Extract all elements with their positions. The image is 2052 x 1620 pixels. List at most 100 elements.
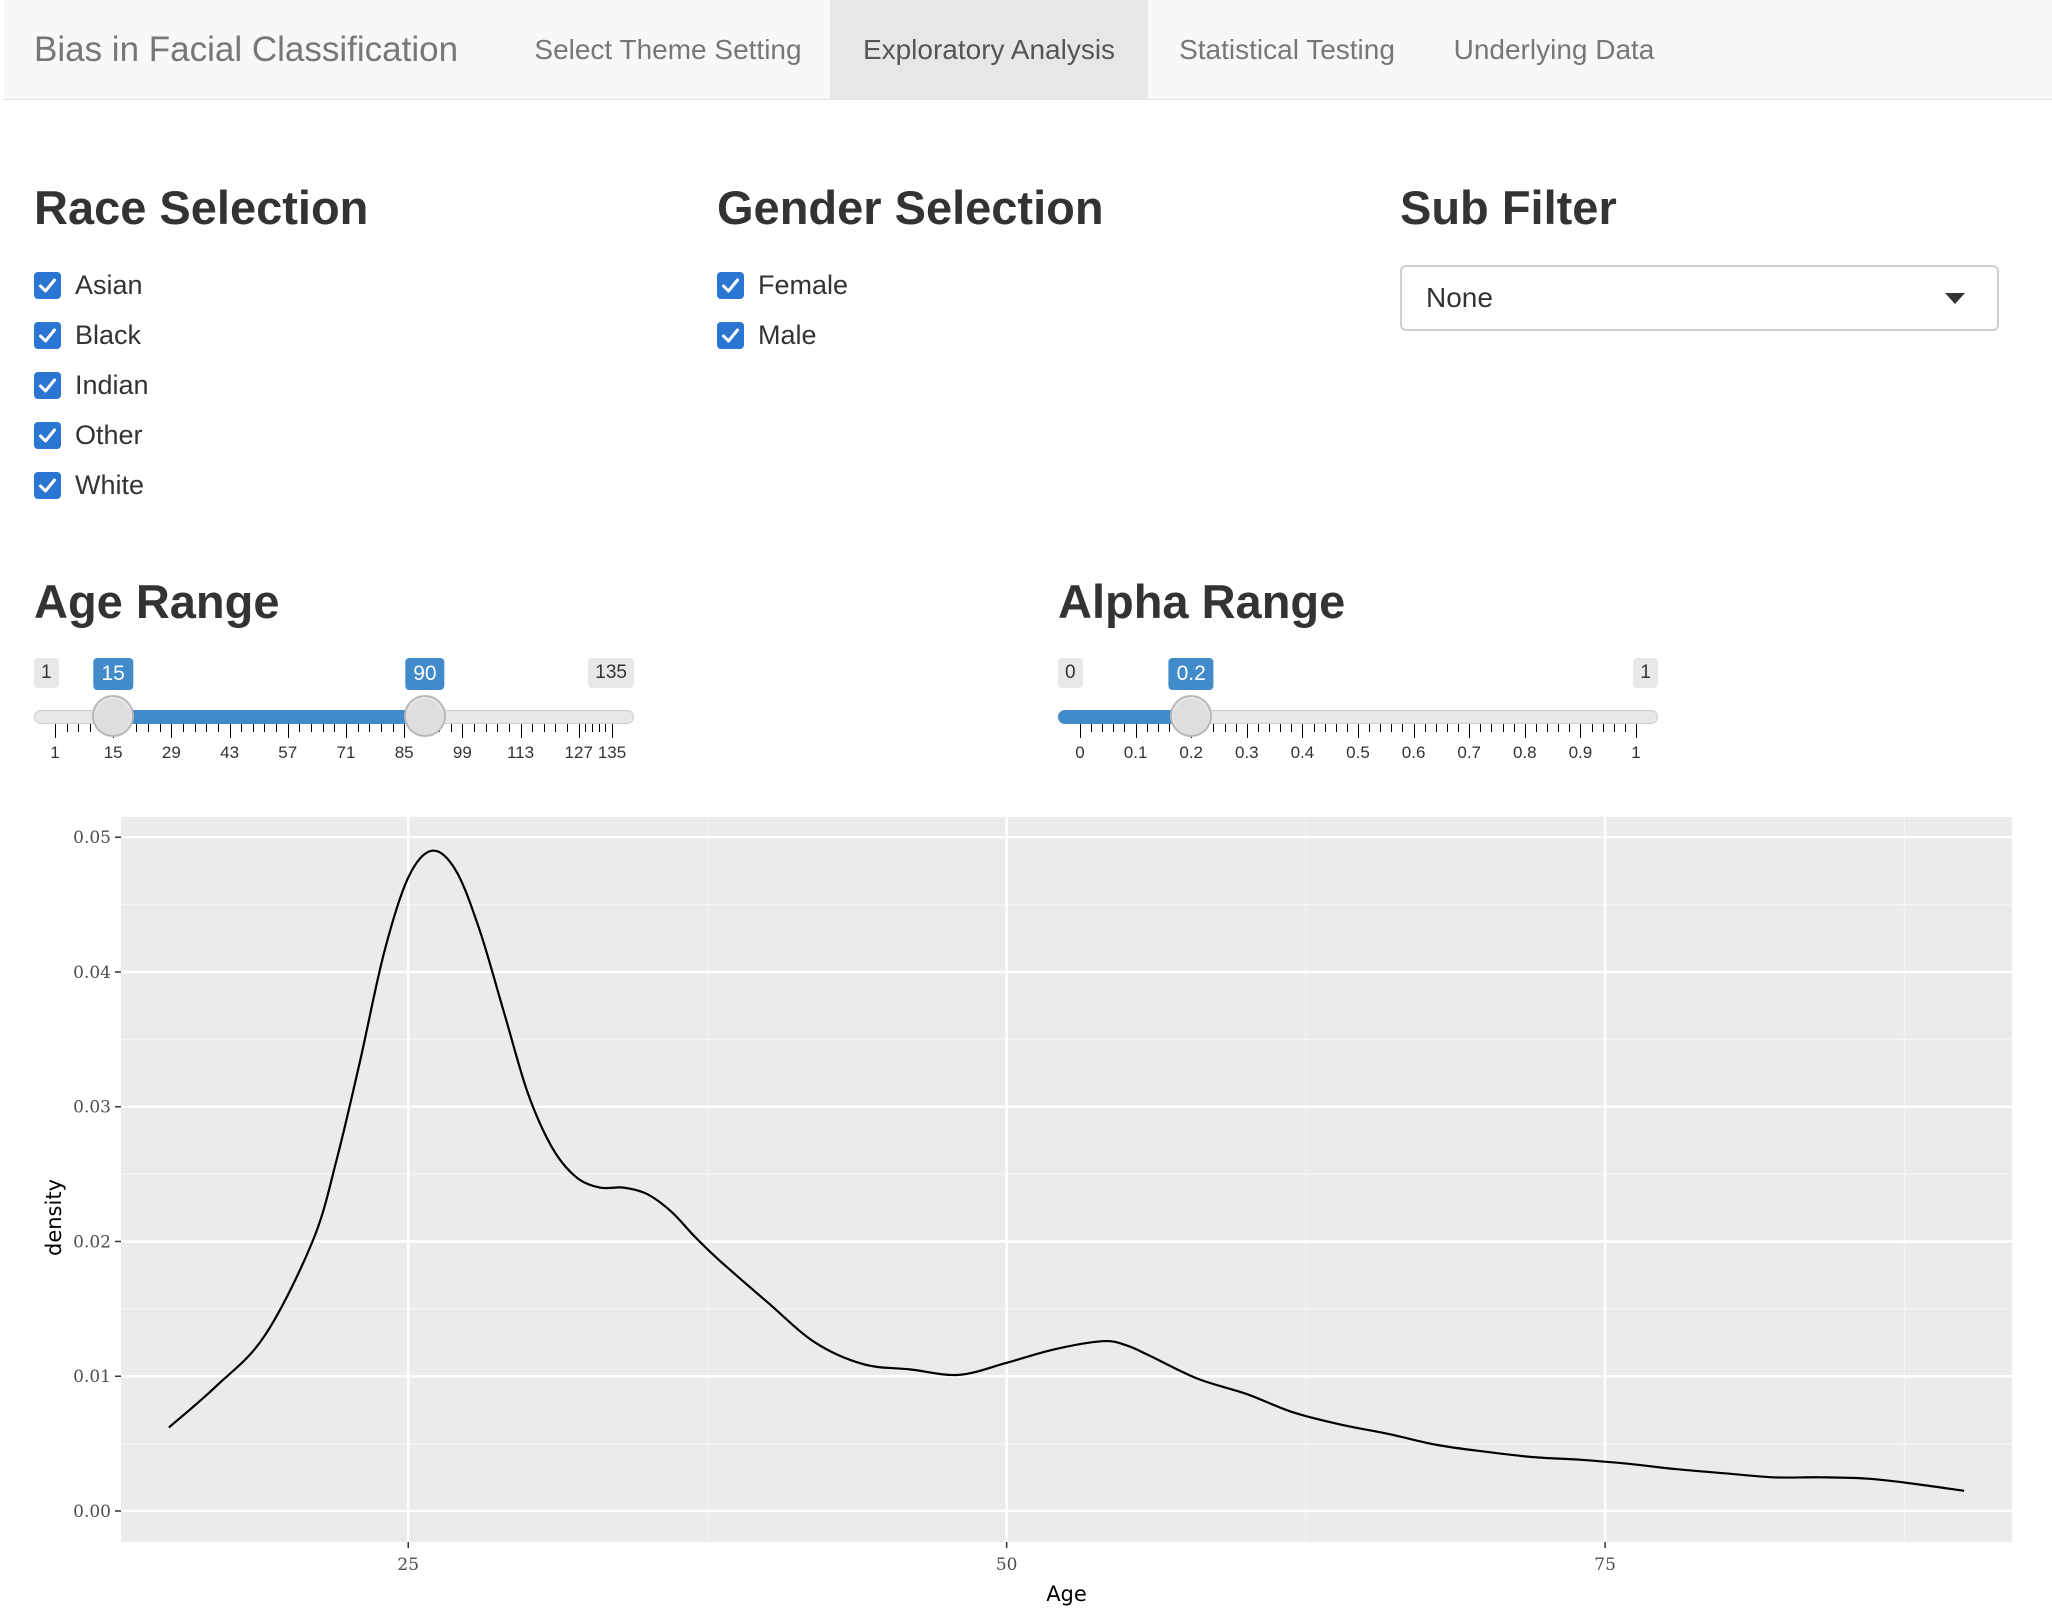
alpha-tick-minor [1424, 724, 1426, 732]
alpha-tick-minor [1591, 724, 1593, 732]
age-tick-major [55, 724, 56, 738]
checkbox-indian[interactable]: Indian [34, 368, 149, 402]
alpha-tick-minor [1613, 724, 1615, 732]
alpha-tick-major [1636, 724, 1637, 738]
age-tick-minor [217, 724, 219, 732]
alpha-tick-minor [1335, 724, 1337, 732]
alpha-min-label: 0 [1058, 658, 1083, 688]
alpha-tick-major [1080, 724, 1081, 738]
alpha-tick-minor [1257, 724, 1259, 732]
age-tick-label: 43 [220, 743, 240, 762]
alpha-tick-major [1246, 724, 1248, 738]
y-tick-label: 0.03 [73, 1098, 111, 1118]
alpha-tick-minor [1491, 724, 1493, 732]
alpha-tick-minor [1391, 724, 1393, 732]
alpha-tick-minor [1558, 724, 1560, 732]
y-tick-label: 0.00 [73, 1502, 111, 1522]
alpha-tick-minor [1346, 724, 1348, 732]
alpha-tick-major [1580, 724, 1582, 738]
alpha-tick-minor [1602, 724, 1604, 732]
navbar: Bias in Facial Classification Select The… [4, 0, 2052, 100]
checkbox-label: Asian [75, 269, 143, 300]
age-from-handle[interactable] [92, 695, 135, 737]
age-tick-minor [567, 724, 569, 732]
check-icon[interactable] [34, 421, 61, 449]
checkbox-female[interactable]: Female [717, 268, 848, 302]
y-tick-label: 0.04 [73, 963, 111, 983]
check-icon[interactable] [34, 271, 61, 299]
tab-exploratory-analysis[interactable]: Exploratory Analysis [830, 0, 1148, 100]
alpha-tick-minor [1513, 724, 1515, 732]
sub-filter-select[interactable]: None [1400, 265, 1999, 331]
checkbox-black[interactable]: Black [34, 318, 141, 352]
alpha-tick-label: 1 [1631, 743, 1641, 762]
alpha-tick-label: 0.9 [1568, 743, 1593, 762]
alpha-tick-minor [1224, 724, 1226, 732]
alpha-tick-major [1413, 724, 1415, 738]
tab-underlying-data[interactable]: Underlying Data [1426, 0, 1682, 100]
alpha-tick-minor [1480, 724, 1482, 732]
alpha-tick-label: 0.5 [1346, 743, 1370, 762]
age-tick-minor [532, 724, 534, 732]
age-from-label: 15 [93, 658, 133, 690]
chevron-down-icon[interactable] [1945, 293, 1965, 304]
alpha-tick-major [1135, 724, 1137, 738]
check-icon[interactable] [34, 371, 61, 399]
age-tick-minor [264, 724, 266, 732]
tab-select-theme-setting[interactable]: Select Theme Setting [510, 0, 826, 100]
plot-panel [121, 817, 2012, 1542]
x-tick-label: 25 [397, 1555, 419, 1575]
alpha-tick-minor [1146, 724, 1148, 732]
checkbox-label: Indian [75, 369, 149, 400]
age-tick-minor [194, 724, 196, 732]
alpha-tick-minor [1369, 724, 1371, 732]
age-tick-minor [276, 724, 278, 732]
tab-statistical-testing[interactable]: Statistical Testing [1148, 0, 1426, 100]
age-tick-minor [392, 724, 394, 732]
age-tick-minor [148, 724, 150, 732]
alpha-tick-minor [1458, 724, 1460, 732]
alpha-tick-label: 0.2 [1179, 743, 1204, 762]
age-tick-major [345, 724, 347, 738]
check-icon[interactable] [34, 471, 61, 499]
alpha-tick-minor [1291, 724, 1293, 732]
age-to-handle[interactable] [403, 695, 446, 737]
age-tick-major [404, 724, 406, 738]
alpha-tick-minor [1213, 724, 1215, 732]
alpha-handle[interactable] [1170, 695, 1213, 737]
y-tick-label: 0.01 [73, 1367, 111, 1387]
age-tick-label: 127 [564, 743, 593, 762]
check-icon[interactable] [34, 321, 61, 349]
alpha-tick-minor [1313, 724, 1315, 732]
alpha-tick-minor [1380, 724, 1382, 732]
check-icon[interactable] [717, 271, 744, 299]
alpha-tick-minor [1168, 724, 1170, 732]
age-tick-minor [543, 724, 545, 732]
checkbox-white[interactable]: White [34, 468, 144, 502]
age-tick-minor [555, 724, 557, 732]
age-tick-label: 71 [336, 743, 356, 762]
sub-filter-value: None [1426, 282, 1493, 313]
age-tick-major [171, 724, 173, 738]
alpha-range-slider[interactable]: 0 1 0.2 0 0.1 0.2 0.3 0.4 0.5 0.6 0.7 0.8 0.9 1 [1058, 658, 1658, 772]
x-axis-label: Age [1046, 1582, 1087, 1606]
alpha-tick-minor [1502, 724, 1504, 732]
checkbox-male[interactable]: Male [717, 318, 817, 352]
alpha-tick-label: 0.7 [1457, 743, 1482, 762]
checkbox-other[interactable]: Other [34, 418, 143, 452]
age-tick-minor [357, 724, 359, 732]
sub-filter-title: Sub Filter [1400, 181, 1617, 234]
app-brand[interactable]: Bias in Facial Classification [34, 0, 458, 100]
alpha-tick-minor [1402, 724, 1404, 732]
density-plot: 0.00 0.01 0.02 0.03 0.04 0.05 25 50 75 Age dens… [42, 817, 2012, 1606]
alpha-tick-major [1469, 724, 1471, 738]
x-tick-label: 75 [1594, 1555, 1616, 1575]
checkbox-asian[interactable]: Asian [34, 268, 143, 302]
checkbox-label: Other [75, 419, 143, 450]
alpha-tick-minor [1091, 724, 1093, 732]
alpha-tick-minor [1269, 724, 1271, 732]
check-icon[interactable] [717, 321, 744, 349]
age-range-slider[interactable]: 1 135 15 90 1 15 29 43 57 71 85 99 113 127 135 [34, 658, 634, 772]
age-tick-minor [334, 724, 336, 732]
age-range-title: Age Range [34, 575, 280, 628]
